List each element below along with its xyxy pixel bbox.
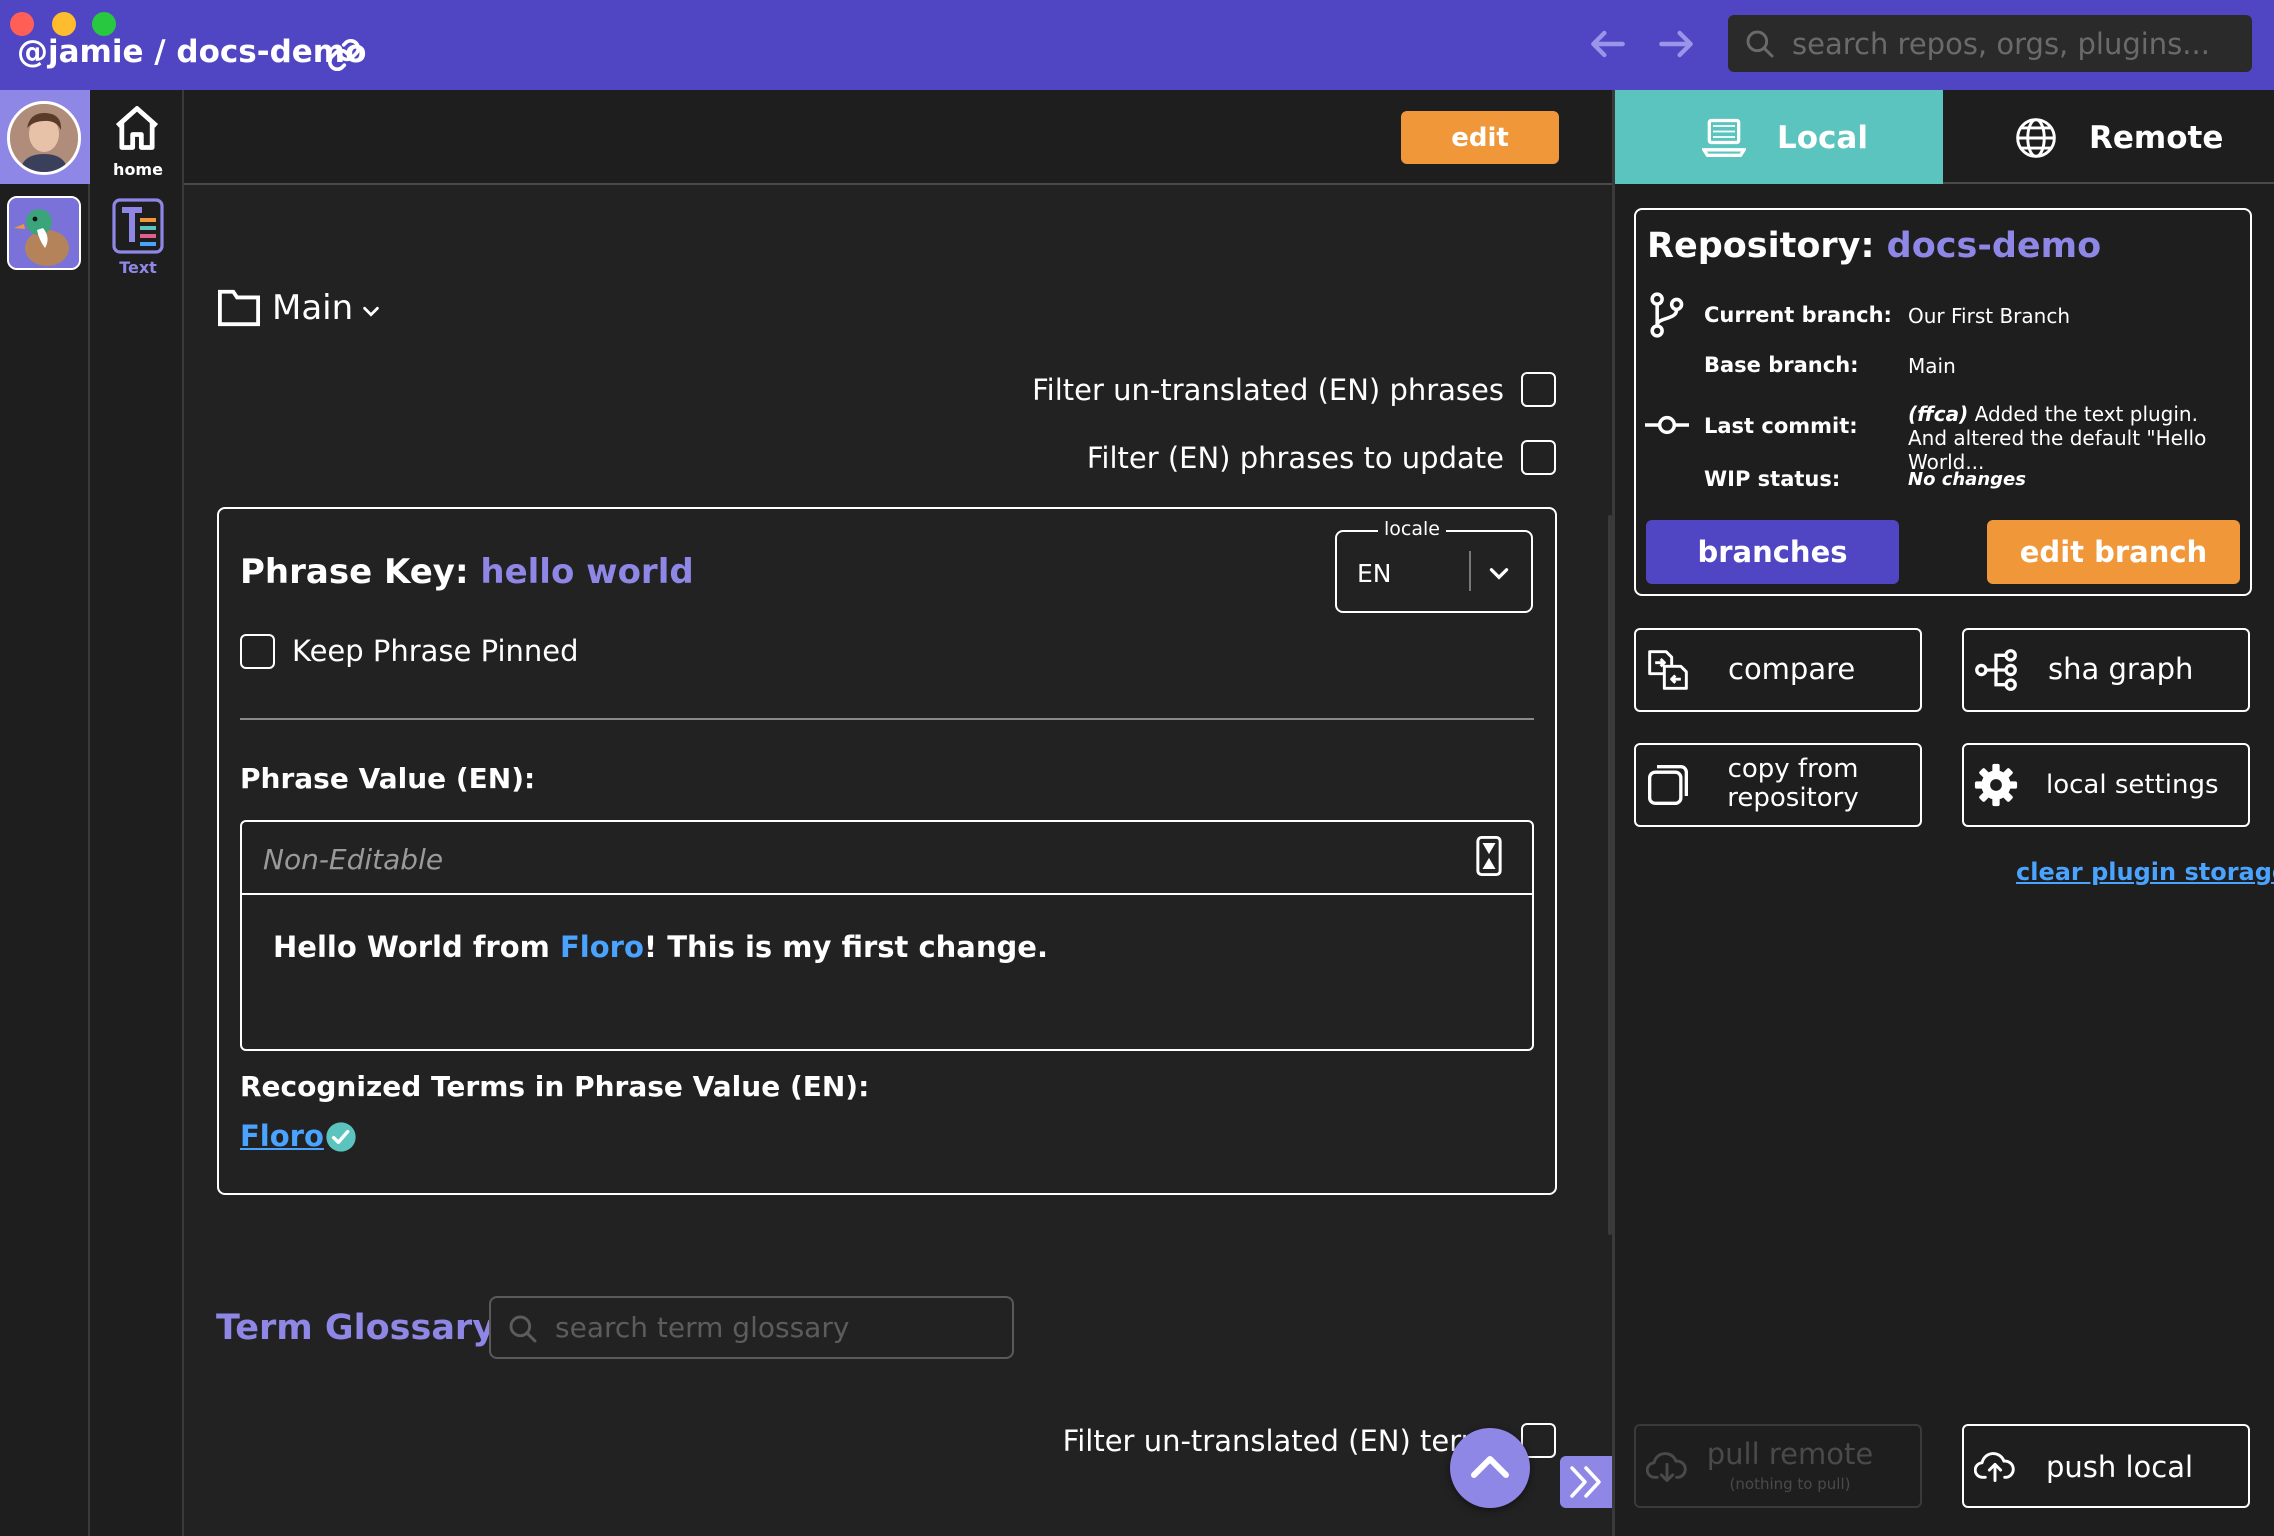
repository-colon: :	[1860, 226, 1887, 266]
term-link[interactable]: Floro	[240, 1119, 324, 1153]
back-arrow-icon[interactable]	[1586, 22, 1630, 66]
filter-untranslated-terms-label: Filter un-translated (EN) terms	[1062, 1424, 1504, 1458]
current-branch-label: Current branch:	[1704, 303, 1892, 327]
locale-value[interactable]: EN	[1357, 559, 1392, 588]
chevron-up-icon	[1471, 1456, 1509, 1478]
base-branch-label: Base branch:	[1704, 353, 1859, 377]
local-settings-label[interactable]: local settings	[2046, 770, 2219, 800]
last-commit-sha: (ffca)	[1908, 402, 1969, 426]
phrase-value-after: ! This is my first change.	[643, 930, 1048, 964]
phrase-key: Phrase Key: hello world	[240, 552, 694, 592]
link-icon[interactable]	[326, 37, 362, 73]
filter-untranslated-phrases-label: Filter un-translated (EN) phrases	[1032, 373, 1504, 407]
laptop-icon	[1702, 118, 1746, 157]
editor-divider	[240, 893, 1534, 895]
chevron-down-icon[interactable]	[1486, 560, 1512, 586]
recognized-terms-label: Recognized Terms in Phrase Value (EN):	[240, 1070, 870, 1103]
current-branch-value: Our First Branch	[1908, 304, 2070, 328]
window-minimize-button[interactable]	[52, 12, 76, 36]
sha-graph-label[interactable]: sha graph	[2048, 652, 2193, 686]
repository-heading: Repository: docs-demo	[1647, 226, 2101, 266]
sha-graph-icon	[1975, 649, 2017, 691]
clear-plugin-storage-link[interactable]: clear plugin storage	[2016, 858, 2274, 886]
phrase-key-value: hello world	[480, 552, 694, 592]
glossary-search-input[interactable]	[553, 1298, 1003, 1357]
phrase-key-colon: :	[454, 552, 481, 592]
cloud-upload-icon	[1974, 1452, 2015, 1482]
globe-icon	[2016, 118, 2056, 158]
last-commit-value: (ffca) Added the text plugin. And altere…	[1908, 402, 2238, 474]
search-icon	[1746, 30, 1774, 58]
keep-pinned-label: Keep Phrase Pinned	[292, 634, 579, 668]
branches-button[interactable]: branches	[1646, 520, 1899, 584]
non-editable-label: Non-Editable	[263, 843, 444, 876]
phrase-value-label: Phrase Value (EN):	[240, 762, 536, 795]
wip-status-value: No changes	[1908, 469, 2026, 490]
pull-remote-sublabel: (nothing to pull)	[1729, 1475, 1851, 1493]
global-search[interactable]	[1728, 15, 2252, 72]
window-close-button[interactable]	[10, 12, 34, 36]
folder-name[interactable]: Main	[272, 288, 353, 328]
user-avatar[interactable]	[7, 101, 81, 175]
tab-remote-label[interactable]: Remote	[2089, 120, 2223, 156]
check-circle-icon	[326, 1122, 356, 1152]
copy-icon	[1648, 765, 1688, 805]
keep-pinned-checkbox[interactable]	[240, 634, 275, 669]
repo-logo[interactable]	[7, 196, 81, 270]
plugin-rail	[90, 90, 184, 1536]
window-maximize-button[interactable]	[92, 12, 116, 36]
term-glossary-title: Term Glossary	[216, 1308, 496, 1348]
compare-label[interactable]: compare	[1728, 652, 1855, 686]
search-icon	[509, 1315, 537, 1343]
filter-phrases-to-update-label: Filter (EN) phrases to update	[1086, 441, 1504, 475]
hourglass-icon[interactable]	[1476, 835, 1502, 877]
global-search-input[interactable]	[1790, 15, 2240, 72]
push-local-label[interactable]: push local	[2046, 1450, 2193, 1484]
expand-panel-button[interactable]	[1560, 1456, 1612, 1508]
phrase-value-term: Floro	[559, 930, 644, 964]
base-branch-value: Main	[1908, 354, 1956, 378]
chevron-down-icon[interactable]	[360, 300, 382, 322]
forward-arrow-icon[interactable]	[1654, 22, 1698, 66]
card-divider	[240, 718, 1534, 720]
text-plugin-icon[interactable]	[112, 198, 164, 254]
filter-untranslated-phrases-checkbox[interactable]	[1521, 372, 1556, 407]
copy-from-repository-label[interactable]: copy from repository	[1700, 755, 1886, 813]
gear-icon	[1974, 763, 2018, 807]
last-commit-label: Last commit:	[1704, 414, 1858, 438]
repository-label: Repository	[1647, 226, 1861, 266]
home-icon[interactable]	[111, 102, 163, 154]
commit-icon	[1645, 415, 1689, 435]
main-toolbar	[184, 90, 1612, 185]
wip-status-label: WIP status:	[1704, 467, 1841, 491]
pull-remote-label[interactable]: pull remote	[1700, 1437, 1880, 1471]
repo-path-title: @jamie / docs-demo	[17, 34, 367, 70]
tab-local-label[interactable]: Local	[1777, 120, 1868, 156]
branch-icon	[1650, 292, 1684, 338]
user-avatar-image	[10, 104, 78, 172]
folder-icon	[218, 289, 260, 327]
scroll-to-top-button[interactable]	[1450, 1428, 1530, 1508]
filter-phrases-to-update-checkbox[interactable]	[1521, 440, 1556, 475]
double-chevron-right-icon	[1570, 1466, 1601, 1498]
text-plugin-label[interactable]: Text	[100, 258, 176, 277]
duck-logo-icon	[9, 198, 79, 268]
repository-name: docs-demo	[1886, 226, 2102, 266]
cloud-download-icon	[1646, 1452, 1687, 1482]
glossary-search[interactable]	[489, 1296, 1014, 1359]
edit-branch-button[interactable]: edit branch	[1987, 520, 2240, 584]
edit-button[interactable]: edit	[1401, 111, 1559, 164]
phrase-value-text: Hello World from Floro! This is my first…	[273, 930, 1048, 964]
locale-divider	[1469, 551, 1471, 591]
phrase-value-before: Hello World from	[273, 930, 560, 964]
compare-icon	[1648, 650, 1688, 690]
locale-legend: locale	[1378, 518, 1446, 540]
account-rail	[0, 90, 90, 1536]
phrase-key-label: Phrase Key	[240, 552, 455, 592]
home-label[interactable]: home	[100, 160, 176, 179]
